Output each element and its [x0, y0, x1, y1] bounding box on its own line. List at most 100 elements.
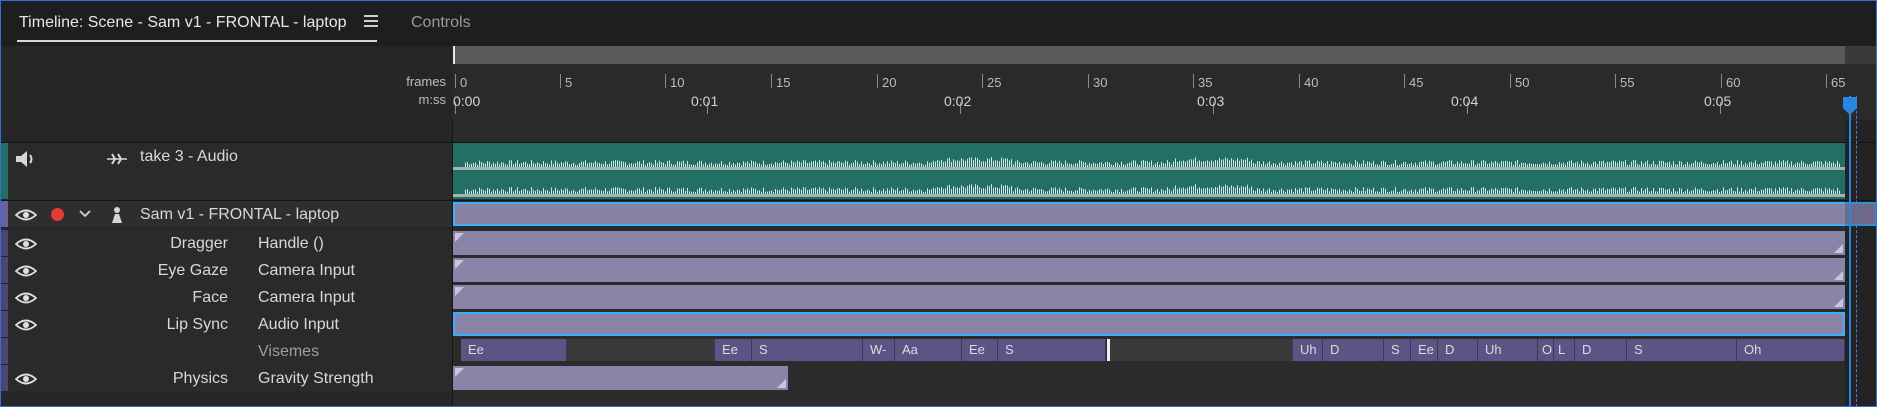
behavior-row-face[interactable]: Face Camera Input: [0, 284, 453, 310]
viseme-block[interactable]: L: [1554, 339, 1575, 361]
timeline-tracks-area[interactable]: Ee Ee S W- Aa Ee S Uh D S Ee D Uh O L D …: [453, 120, 1877, 407]
viseme-block[interactable]: D: [1323, 339, 1384, 361]
viseme-block[interactable]: Uh: [1478, 339, 1538, 361]
time-tick-label: 0:00: [453, 93, 481, 109]
frame-tick-label: 0: [460, 75, 468, 90]
clip-trim-handle[interactable]: [455, 260, 464, 269]
viseme-block[interactable]: D: [1575, 339, 1627, 361]
viseme-block[interactable]: S: [752, 339, 863, 361]
tab-timeline[interactable]: Timeline: Scene - Sam v1 - FRONTAL - lap…: [17, 14, 377, 42]
frame-tick-label: 35: [1198, 75, 1213, 90]
dragger-clip[interactable]: [453, 231, 1845, 255]
puppet-clip[interactable]: [453, 202, 1877, 226]
eye-icon[interactable]: [15, 237, 37, 251]
viseme-block[interactable]: S: [998, 339, 1106, 361]
chevron-down-icon[interactable]: [79, 210, 91, 218]
viseme-block[interactable]: Aa: [895, 339, 962, 361]
frame-tick: [982, 74, 983, 88]
frame-tick: [665, 74, 666, 88]
viseme-block[interactable]: Uh: [1293, 339, 1323, 361]
viseme-block[interactable]: S: [1384, 339, 1411, 361]
behavior-row-dragger[interactable]: Dragger Handle (): [0, 230, 453, 256]
active-tab-underline: [17, 40, 377, 42]
frame-tick-label: 30: [1093, 75, 1108, 90]
time-ruler[interactable]: 0 5 10 15 20 25 30 35 40 45 50 55 60 65 …: [453, 46, 1877, 120]
panel-menu-icon[interactable]: [364, 15, 378, 29]
physics-clip[interactable]: [453, 366, 788, 390]
clip-trim-handle[interactable]: [1834, 244, 1843, 253]
frame-tick-label: 25: [987, 75, 1002, 90]
clip-trim-handle[interactable]: [1834, 298, 1843, 307]
viseme-block[interactable]: W-: [863, 339, 895, 361]
clip-trim-handle[interactable]: [777, 379, 786, 388]
viseme-block[interactable]: Ee: [715, 339, 752, 361]
behavior-name: Lip Sync: [166, 316, 228, 333]
work-area-bar[interactable]: [453, 46, 1847, 64]
viseme-block[interactable]: O: [1538, 339, 1554, 361]
frame-tick: [1721, 74, 1722, 88]
behavior-row-visemes[interactable]: Visemes: [0, 338, 453, 364]
time-format-label: m:ss: [418, 92, 446, 107]
audio-waveform-icon: [107, 153, 127, 165]
time-tick-label: 0:05: [1704, 93, 1732, 109]
behavior-param: Camera Input: [258, 289, 355, 306]
clip-trim-handle[interactable]: [455, 368, 464, 377]
behavior-color-stripe: [0, 311, 8, 337]
clip-trim-handle[interactable]: [1834, 271, 1843, 280]
eye-icon[interactable]: [15, 318, 37, 332]
audio-clip[interactable]: [453, 143, 1845, 199]
time-tick-label: 0:03: [1197, 93, 1225, 109]
frame-tick-label: 65: [1831, 75, 1846, 90]
panel-tab-bar: Timeline: Scene - Sam v1 - FRONTAL - lap…: [0, 0, 1877, 46]
behavior-row-physics[interactable]: Physics Gravity Strength: [0, 365, 453, 391]
frame-tick: [455, 74, 456, 88]
scene-end-marker: [1856, 96, 1858, 407]
viseme-block[interactable]: S: [1627, 339, 1737, 361]
ruler-header-left: frames m:ss: [0, 46, 453, 120]
eye-gaze-clip[interactable]: [453, 258, 1845, 282]
viseme-block[interactable]: Oh: [1737, 339, 1845, 361]
behavior-param: Visemes: [258, 343, 320, 360]
playhead-handle-icon[interactable]: [1842, 96, 1858, 116]
face-clip[interactable]: [453, 285, 1845, 309]
eye-icon[interactable]: [15, 291, 37, 305]
record-arm-icon[interactable]: [51, 208, 64, 221]
frame-tick-label: 10: [670, 75, 685, 90]
speaker-icon[interactable]: [14, 149, 38, 169]
eye-icon[interactable]: [15, 264, 37, 278]
behavior-row-lip-sync[interactable]: Lip Sync Audio Input: [0, 311, 453, 337]
behavior-param: Audio Input: [258, 316, 339, 333]
audio-track-header[interactable]: take 3 - Audio: [0, 143, 453, 199]
behavior-color-stripe: [0, 338, 8, 364]
frame-tick-label: 45: [1409, 75, 1424, 90]
frame-tick-label: 60: [1726, 75, 1741, 90]
viseme-block[interactable]: D: [1438, 339, 1478, 361]
frame-tick-label: 55: [1620, 75, 1635, 90]
time-tick-label: 0:01: [691, 93, 719, 109]
puppet-track-name: Sam v1 - FRONTAL - laptop: [140, 206, 340, 223]
frame-tick: [1615, 74, 1616, 88]
viseme-block[interactable]: Ee: [1411, 339, 1438, 361]
frames-label: frames: [406, 74, 446, 89]
lip-sync-clip[interactable]: [453, 312, 1845, 336]
clip-trim-handle[interactable]: [455, 287, 464, 296]
visemes-track[interactable]: Ee Ee S W- Aa Ee S Uh D S Ee D Uh O L D …: [453, 339, 1845, 361]
puppet-track-header[interactable]: Sam v1 - FRONTAL - laptop: [0, 201, 453, 227]
behavior-row-eye-gaze[interactable]: Eye Gaze Camera Input: [0, 257, 453, 283]
behavior-color-stripe: [0, 284, 8, 310]
playhead-line[interactable]: [1849, 96, 1851, 407]
frame-tick-label: 15: [776, 75, 791, 90]
audio-track-color-stripe: [0, 143, 8, 199]
audio-track-name: take 3 - Audio: [140, 148, 238, 165]
time-tick-label: 0:02: [944, 93, 972, 109]
behavior-param: Handle (): [258, 235, 324, 252]
puppet-track-color-stripe: [0, 201, 8, 227]
track-headers: take 3 - Audio Sam v1 - FRONTAL - laptop…: [0, 120, 453, 407]
eye-icon[interactable]: [15, 372, 37, 386]
viseme-block[interactable]: Ee: [461, 339, 567, 361]
eye-icon[interactable]: [15, 208, 37, 222]
clip-trim-handle[interactable]: [455, 233, 464, 242]
tab-controls[interactable]: Controls: [411, 14, 471, 32]
viseme-gap: [1110, 339, 1293, 361]
viseme-block[interactable]: Ee: [962, 339, 998, 361]
